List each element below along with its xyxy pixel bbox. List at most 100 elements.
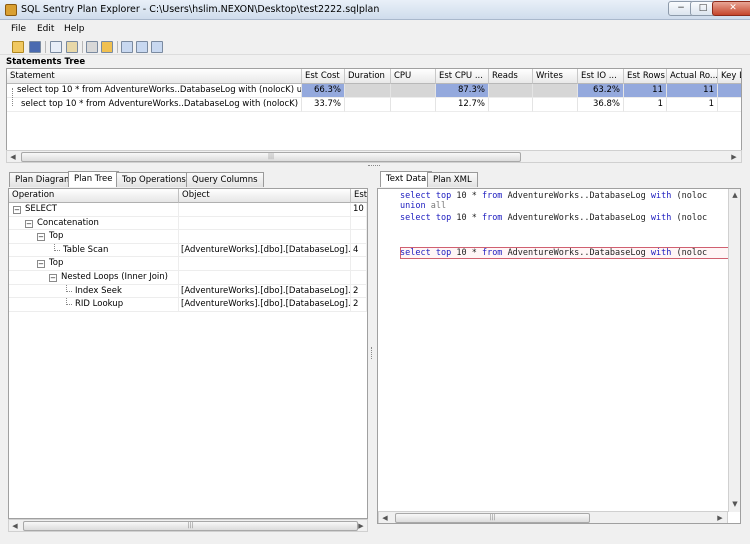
splitter-grip[interactable] xyxy=(371,347,374,359)
column-header-est-io[interactable]: Est IO ... xyxy=(578,69,624,84)
paste-icon[interactable] xyxy=(66,41,78,53)
collapse-icon[interactable]: − xyxy=(25,219,33,228)
open-folder-icon[interactable] xyxy=(12,41,24,53)
object-ref: AdventureWorks..DatabaseLog xyxy=(507,248,646,258)
scrollbar-thumb[interactable]: ||| xyxy=(395,513,590,523)
column-header-cpu[interactable]: CPU xyxy=(391,69,436,84)
object-name xyxy=(179,216,351,230)
table-row[interactable]: − Concatenation xyxy=(9,216,367,231)
operation-name: Index Seek xyxy=(73,284,179,298)
token: * xyxy=(471,213,477,223)
statements-horizontal-scrollbar[interactable]: ◀ ||| ▶ xyxy=(6,150,742,163)
table-row[interactable]: select top 10 * from AdventureWorks..Dat… xyxy=(7,84,302,98)
save-icon[interactable] xyxy=(29,41,41,53)
statements-grid[interactable]: Statement Est Cost Duration CPU Est CPU … xyxy=(6,68,742,152)
scroll-left-icon[interactable]: ◀ xyxy=(8,152,18,162)
scroll-right-icon[interactable]: ▶ xyxy=(356,521,366,531)
hint-icon[interactable] xyxy=(101,41,113,53)
est-value xyxy=(351,230,367,244)
plan-tree-horizontal-scrollbar[interactable]: ◀ ||| ▶ xyxy=(8,519,368,532)
number: 10 xyxy=(456,191,467,201)
cell-est-io: 36.8% xyxy=(578,98,624,112)
cell-actual-rows: 1 xyxy=(667,98,718,112)
table-row[interactable]: Index Seek [AdventureWorks].[dbo].[Datab… xyxy=(9,284,367,299)
scroll-down-icon[interactable]: ▼ xyxy=(730,499,740,509)
code-line: select top 10 * from AdventureWorks..Dat… xyxy=(400,191,707,201)
close-button[interactable]: ✕ xyxy=(712,1,750,16)
scroll-right-icon[interactable]: ▶ xyxy=(715,513,725,523)
tab-query-columns[interactable]: Query Columns xyxy=(186,172,264,187)
tab-text-data[interactable]: Text Data xyxy=(380,171,433,187)
cell-key-lookups xyxy=(718,84,741,98)
scroll-up-icon[interactable]: ▲ xyxy=(730,190,740,200)
operation-name: Concatenation xyxy=(35,216,179,230)
column-header-reads[interactable]: Reads xyxy=(489,69,533,84)
text-data-editor[interactable]: select top 10 * from AdventureWorks..Dat… xyxy=(377,188,741,524)
text-vertical-scrollbar[interactable]: ▲ ▼ xyxy=(728,189,740,512)
collapse-icon[interactable]: − xyxy=(37,260,45,269)
cell-key-lookups xyxy=(718,98,741,112)
execute-icon[interactable] xyxy=(86,41,98,53)
tab-top-operations[interactable]: Top Operations xyxy=(116,172,192,187)
column-header-duration[interactable]: Duration xyxy=(345,69,391,84)
column-header-est-cost[interactable]: Est Cost xyxy=(302,69,345,84)
scrollbar-thumb[interactable]: ||| xyxy=(23,521,358,531)
keyword: top xyxy=(435,213,452,223)
menu-file[interactable]: File xyxy=(11,24,26,34)
operation-name: RID Lookup xyxy=(73,298,179,312)
tree-connector xyxy=(54,243,60,251)
code-line: select top 10 * from AdventureWorks..Dat… xyxy=(400,248,707,258)
splitter-grip[interactable] xyxy=(368,165,380,167)
table-row[interactable]: select top 10 * from AdventureWorks..Dat… xyxy=(7,98,302,112)
scroll-left-icon[interactable]: ◀ xyxy=(380,513,390,523)
cell-est-cpu: 12.7% xyxy=(436,98,489,112)
column-header-est[interactable]: Est xyxy=(351,189,367,203)
statements-tree-label: Statements Tree xyxy=(6,57,86,67)
collapse-icon[interactable]: − xyxy=(13,206,21,214)
table-row[interactable]: − Top xyxy=(9,230,367,244)
collapse-icon[interactable]: − xyxy=(37,233,45,242)
token: (noloc xyxy=(676,191,708,201)
column-header-object[interactable]: Object xyxy=(179,189,351,203)
scroll-right-icon[interactable]: ▶ xyxy=(729,152,739,162)
scroll-left-icon[interactable]: ◀ xyxy=(10,521,20,531)
cell-cpu xyxy=(391,84,436,98)
cell-est-rows: 11 xyxy=(624,84,667,98)
number: 10 xyxy=(456,248,467,258)
layout-1-icon[interactable] xyxy=(121,41,133,53)
table-row[interactable]: − Top xyxy=(9,257,367,271)
statement-text: select top 10 * from AdventureWorks..Dat… xyxy=(17,85,302,95)
keyword: select xyxy=(400,191,431,201)
column-header-writes[interactable]: Writes xyxy=(533,69,578,84)
column-header-statement[interactable]: Statement xyxy=(7,69,302,84)
menu-edit[interactable]: Edit xyxy=(37,24,54,34)
table-row[interactable]: Table Scan [AdventureWorks].[dbo].[Datab… xyxy=(9,243,367,258)
tab-plan-xml[interactable]: Plan XML xyxy=(427,172,478,187)
tab-plan-tree[interactable]: Plan Tree xyxy=(68,171,119,187)
menu-bar xyxy=(0,21,750,37)
object-name: [AdventureWorks].[dbo].[DatabaseLog].[..… xyxy=(181,298,351,312)
table-row[interactable]: RID Lookup [AdventureWorks].[dbo].[Datab… xyxy=(9,298,367,312)
collapse-icon[interactable]: − xyxy=(49,274,57,282)
column-header-est-cpu[interactable]: Est CPU ... xyxy=(436,69,489,84)
number: 10 xyxy=(456,213,467,223)
est-value xyxy=(351,257,367,271)
column-header-key-lookups[interactable]: Key L xyxy=(718,69,741,84)
operation-name: Nested Loops (Inner Join) xyxy=(59,271,179,284)
column-header-est-rows[interactable]: Est Rows xyxy=(624,69,667,84)
cell-reads xyxy=(489,84,533,98)
layout-2-icon[interactable] xyxy=(136,41,148,53)
text-horizontal-scrollbar[interactable]: ◀ ||| ▶ xyxy=(378,511,728,523)
column-header-actual-rows[interactable]: Actual Ro... xyxy=(667,69,718,84)
table-row[interactable]: − Nested Loops (Inner Join) xyxy=(9,271,367,285)
table-row[interactable]: − SELECT 10 xyxy=(9,203,367,217)
keyword: with xyxy=(650,191,672,201)
cell-actual-rows: 11 xyxy=(667,84,718,98)
plan-tree-grid[interactable]: Operation Object Est − SELECT 10 − Conca… xyxy=(8,188,368,519)
copy-icon[interactable] xyxy=(50,41,62,53)
keyword: union xyxy=(400,201,426,211)
column-header-operation[interactable]: Operation xyxy=(9,189,179,203)
menu-help[interactable]: Help xyxy=(64,24,85,34)
layout-3-icon[interactable] xyxy=(151,41,163,53)
scrollbar-thumb[interactable]: ||| xyxy=(21,152,521,162)
